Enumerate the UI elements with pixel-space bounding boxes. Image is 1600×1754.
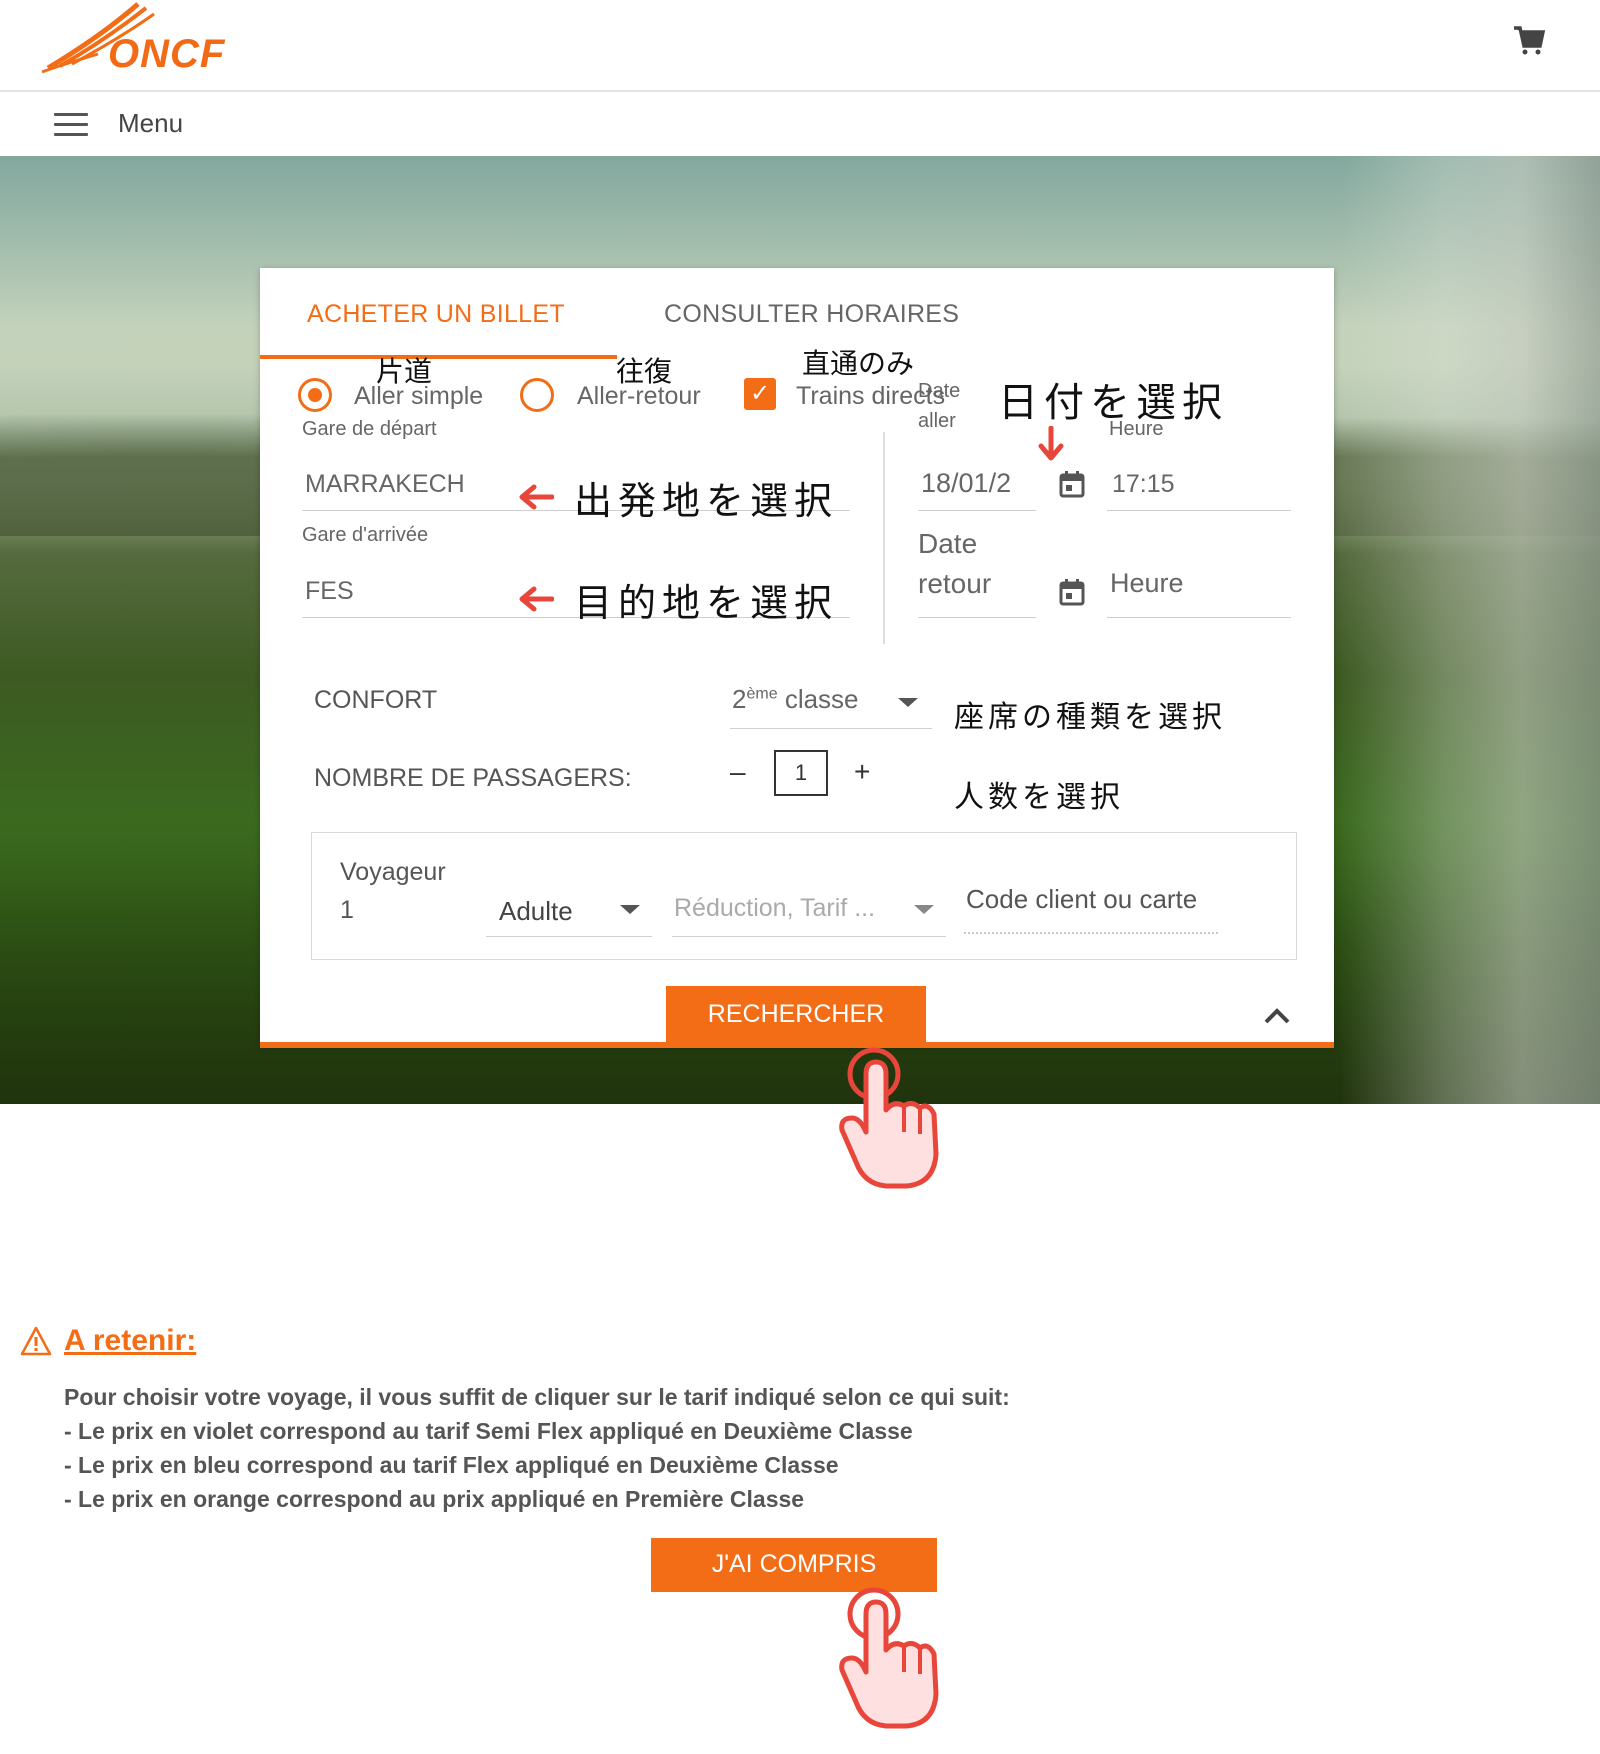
shopping-cart-icon[interactable] (1510, 22, 1546, 58)
one-way-label[interactable]: Aller simple (354, 382, 483, 411)
round-trip-label[interactable]: Aller-retour (577, 382, 701, 411)
date-retour-input[interactable]: Date retour (918, 524, 991, 604)
annotation-departure: 出発地を選択 (574, 479, 839, 523)
radio-one-way[interactable] (298, 378, 332, 412)
top-bar: ONCF (0, 0, 1600, 92)
confort-select[interactable]: 2ème classe (732, 684, 859, 715)
traveler-number: 1 (340, 896, 354, 924)
departure-input[interactable]: MARRAKECH (305, 470, 465, 499)
calendar-icon[interactable] (1059, 578, 1085, 606)
heure-aller-label: Heure (1109, 418, 1164, 440)
tab-schedules[interactable]: CONSULTER HORAIRES (664, 300, 959, 329)
notice-line: Pour choisir votre voyage, il vous suffi… (64, 1384, 1010, 1410)
date-aller-input[interactable]: 18/01/2 (921, 468, 1011, 499)
annotation-direct: 直通のみ (802, 347, 915, 380)
radio-round-trip[interactable] (520, 378, 554, 412)
passengers-label: NOMBRE DE PASSAGERS: (314, 764, 632, 792)
traveler-label: Voyageur (340, 858, 446, 886)
menu-bar (0, 92, 1600, 156)
heure-aller-underline (1107, 510, 1291, 511)
date-retour-underline (918, 617, 1036, 618)
traveler-type-select[interactable]: Adulte (499, 896, 573, 927)
confort-underline (730, 728, 932, 729)
confort-label: CONFORT (314, 686, 438, 714)
annotation-passengers: 人数を選択 (954, 780, 1124, 815)
pointing-hand-icon (839, 1587, 939, 1729)
warning-icon (20, 1326, 52, 1356)
chevron-up-icon[interactable] (1262, 1004, 1292, 1026)
menu-label[interactable]: Menu (118, 108, 183, 139)
reduction-select[interactable]: Réduction, Tarif ... (674, 894, 875, 923)
increment-button[interactable]: + (854, 756, 870, 788)
notice-line: - Le prix en orange correspond au prix a… (64, 1486, 805, 1512)
reduction-underline (672, 936, 946, 937)
decrement-button[interactable]: – (730, 756, 746, 788)
date-aller-label: Date aller (918, 380, 961, 432)
date-aller-underline (918, 510, 1036, 511)
heure-retour-input[interactable]: Heure (1110, 568, 1184, 599)
direct-trains-checkbox[interactable]: ✓ (744, 378, 776, 410)
notice-title[interactable]: A retenir: (64, 1324, 196, 1358)
tab-buy-ticket[interactable]: ACHETER UN BILLET (307, 300, 565, 329)
departure-label: Gare de départ (302, 418, 437, 440)
client-code-underline (964, 932, 1218, 934)
notice-line: - Le prix en violet correspond au tarif … (64, 1418, 913, 1444)
chevron-down-icon[interactable] (898, 698, 918, 707)
search-button[interactable]: RECHERCHER (666, 986, 926, 1044)
arrow-left-icon (519, 484, 554, 510)
arrival-input[interactable]: FES (305, 577, 354, 606)
logo-text: ONCF (108, 32, 226, 76)
arrival-label: Gare d'arrivée (302, 524, 429, 546)
arrow-down-icon (1038, 426, 1064, 461)
heure-aller-input[interactable]: 17:15 (1112, 470, 1175, 499)
calendar-icon[interactable] (1059, 470, 1085, 498)
heure-retour-underline (1107, 617, 1291, 618)
chevron-down-icon[interactable] (914, 905, 934, 914)
hamburger-menu-icon[interactable] (54, 113, 88, 137)
active-tab-indicator (260, 355, 617, 359)
notice-line: - Le prix en bleu correspond au tarif Fl… (64, 1452, 839, 1478)
annotation-arrival: 目的地を選択 (574, 581, 839, 625)
column-divider (883, 432, 885, 644)
annotation-confort: 座席の種類を選択 (954, 700, 1226, 735)
client-code-input[interactable]: Code client ou carte (966, 884, 1197, 915)
pointing-hand-icon (839, 1047, 939, 1189)
traveler-type-underline (486, 936, 652, 937)
arrow-left-icon (519, 586, 554, 612)
passenger-count[interactable]: 1 (774, 750, 828, 796)
chevron-down-icon[interactable] (620, 905, 640, 914)
